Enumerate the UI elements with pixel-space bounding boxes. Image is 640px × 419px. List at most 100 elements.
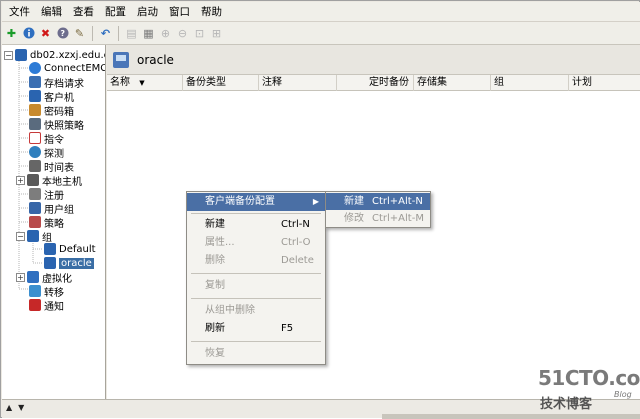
tree-item-group-default[interactable]: Default <box>44 242 96 256</box>
collapse-icon[interactable]: − <box>16 231 25 241</box>
menu-item-label: 修改 <box>344 213 364 224</box>
column-header-comment[interactable]: 注释 <box>259 75 337 91</box>
tree-item-snapshot-policy[interactable]: 快照策略 <box>29 117 84 132</box>
column-header-pool[interactable]: 存储集 <box>414 75 491 91</box>
directive-icon <box>29 132 41 144</box>
client-icon <box>29 90 41 102</box>
tree-item-label: 存档请求 <box>44 78 84 90</box>
tree-item-label: 策略 <box>44 218 64 230</box>
tree-item-user-group[interactable]: 用户组 <box>29 201 74 216</box>
tree-item-policy[interactable]: 策略 <box>29 215 64 230</box>
menu-start[interactable]: 启动 <box>134 2 166 22</box>
column-header-name[interactable]: 名称 ▼ <box>107 75 183 91</box>
zoom-out-icon[interactable]: ⊖ <box>175 26 190 41</box>
grid-icon[interactable]: ▦ <box>141 26 156 41</box>
toolbar: ✚ ✖ ? ✎ ↶ ▤ ▦ ⊕ ⊖ ⊡ ⊞ <box>2 22 640 45</box>
tree-item-label: 转移 <box>44 287 64 299</box>
menu-configure[interactable]: 配置 <box>102 2 134 22</box>
server-icon <box>15 49 27 61</box>
menu-item-recover[interactable]: 恢复 <box>187 345 325 363</box>
panel-header: oracle <box>107 45 640 75</box>
toolbar-separator <box>92 25 93 41</box>
menu-item-label: 恢复 <box>205 348 225 359</box>
tree-item-label: 指令 <box>44 134 64 146</box>
tree-item-archive-request[interactable]: 存档请求 <box>29 75 84 90</box>
submenu-item-new[interactable]: 新建 Ctrl+Alt-N <box>326 193 430 210</box>
layout-icon[interactable]: ⊞ <box>209 26 224 41</box>
svg-text:?: ? <box>60 29 65 38</box>
probe-icon <box>29 146 41 158</box>
menu-edit[interactable]: 编辑 <box>38 2 70 22</box>
menu-item-client-backup-config[interactable]: 客户端备份配置 ▶ <box>187 193 325 211</box>
tree-item-label: 虚拟化 <box>42 273 72 285</box>
add-icon[interactable]: ✚ <box>4 26 19 41</box>
tree-item-notification[interactable]: 通知 <box>29 298 64 313</box>
column-header-schedule[interactable]: 计划 <box>569 75 640 91</box>
notification-icon <box>29 299 41 311</box>
expand-icon[interactable]: + <box>16 175 25 185</box>
tree-item-label: 时间表 <box>44 162 74 174</box>
local-host-icon <box>27 174 39 186</box>
submenu: 新建 Ctrl+Alt-N 修改 Ctrl+Alt-M <box>325 191 431 228</box>
help-icon[interactable]: ? <box>55 26 70 41</box>
menu-item-label: 复制 <box>205 280 225 291</box>
tree-item-directive[interactable]: 指令 <box>29 131 64 146</box>
snapshot-policy-icon <box>29 118 41 130</box>
horizontal-splitter[interactable] <box>382 414 640 419</box>
collapse-icon[interactable]: − <box>4 50 13 60</box>
undo-icon[interactable]: ↶ <box>98 26 113 41</box>
tree-item-group-oracle[interactable]: oracle <box>44 256 94 270</box>
tree-item-label: 快照策略 <box>44 120 84 132</box>
menu-item-refresh[interactable]: 刷新 F5 <box>187 320 325 338</box>
menu-item-copy[interactable]: 复制 <box>187 277 325 295</box>
tree-item-label: 注册 <box>44 190 64 202</box>
column-header-scheduled-backup[interactable]: 定时备份 <box>337 75 414 91</box>
menu-item-remove-from-group[interactable]: 从组中删除 <box>187 302 325 320</box>
scroll-arrows-icon[interactable]: ▲▼ <box>6 403 30 412</box>
tree-item-virtualization[interactable]: + 虚拟化 <box>16 270 72 285</box>
delete-icon[interactable]: ✖ <box>38 26 53 41</box>
expand-icon[interactable]: + <box>16 272 25 282</box>
tree-item-group[interactable]: − 组 <box>16 229 52 244</box>
tree-item-client[interactable]: 客户机 <box>29 89 74 104</box>
tree-item-label: 通知 <box>44 301 64 313</box>
menu-item-properties[interactable]: 属性... Ctrl-O <box>187 234 325 252</box>
submenu-item-modify[interactable]: 修改 Ctrl+Alt-M <box>326 210 430 227</box>
connect-icon <box>29 62 41 74</box>
menu-item-shortcut: Ctrl+Alt-M <box>372 213 424 224</box>
toolbar-separator <box>118 25 119 41</box>
menu-item-delete[interactable]: 删除 Delete <box>187 252 325 270</box>
menu-separator <box>191 341 321 342</box>
menu-window[interactable]: 窗口 <box>166 2 198 22</box>
tree-item-local-host[interactable]: + 本地主机 <box>16 173 82 188</box>
tree-item-lockbox[interactable]: 密码箱 <box>29 103 74 118</box>
group-icon <box>113 51 129 68</box>
schedule-icon <box>29 160 41 172</box>
policy-icon <box>29 216 41 228</box>
tree-item-label: ConnectEMC <box>44 62 106 74</box>
column-header-backup-type[interactable]: 备份类型 <box>183 75 259 91</box>
archive-request-icon <box>29 76 41 88</box>
zoom-in-icon[interactable]: ⊕ <box>158 26 173 41</box>
fit-icon[interactable]: ⊡ <box>192 26 207 41</box>
info-icon[interactable] <box>21 26 36 41</box>
watermark-subtitle: 技术博客 <box>540 397 593 412</box>
menu-item-label: 客户端备份配置 <box>205 196 275 207</box>
menu-item-shortcut: F5 <box>281 323 294 334</box>
view-icon[interactable]: ▤ <box>124 26 139 41</box>
tree-item-register[interactable]: 注册 <box>29 187 64 202</box>
tree-item-label-selected: oracle <box>59 257 94 269</box>
tree-item-migration[interactable]: 转移 <box>29 284 64 299</box>
wrench-icon[interactable]: ✎ <box>72 26 87 41</box>
tree-root[interactable]: − db02.xzxj.edu.cn <box>4 48 105 62</box>
column-header-group[interactable]: 组 <box>491 75 569 91</box>
tree-item-connectemc[interactable]: ConnectEMC <box>29 61 106 75</box>
menu-file[interactable]: 文件 <box>6 2 38 22</box>
menu-item-new[interactable]: 新建 Ctrl-N <box>187 216 325 234</box>
tree-item-schedule[interactable]: 时间表 <box>29 159 74 174</box>
tree-item-probe[interactable]: 探测 <box>29 145 64 160</box>
sort-desc-icon: ▼ <box>139 79 145 87</box>
menu-help[interactable]: 帮助 <box>198 2 230 22</box>
menu-view[interactable]: 查看 <box>70 2 102 22</box>
context-menu: 客户端备份配置 ▶ 新建 Ctrl-N 属性... Ctrl-O 删除 Dele… <box>186 191 326 365</box>
